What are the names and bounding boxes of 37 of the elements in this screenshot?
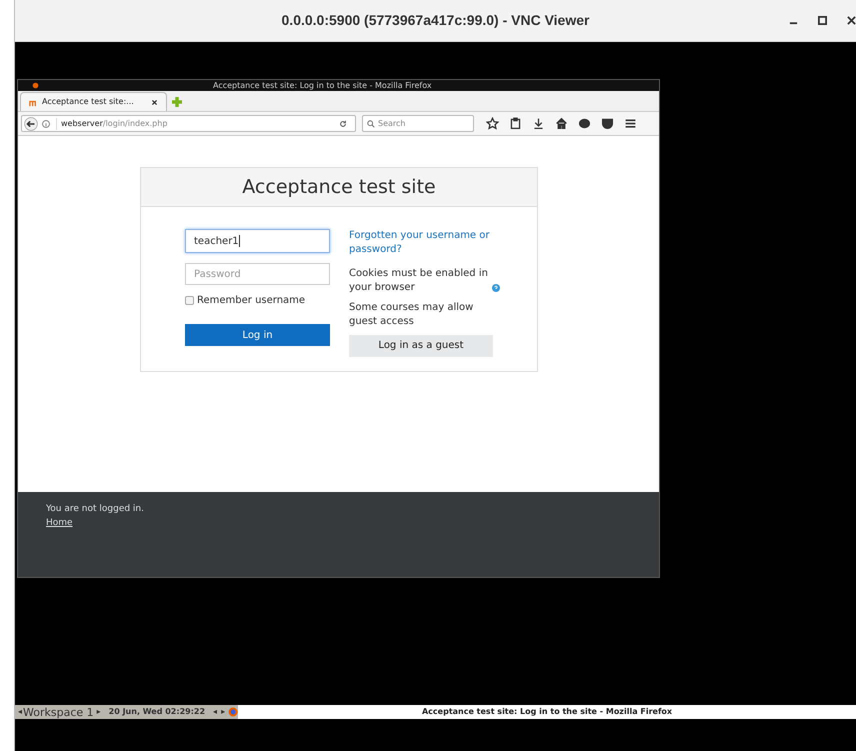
prev-arrow[interactable]: ◂: [18, 706, 22, 718]
login-button[interactable]: Log in: [185, 324, 330, 346]
search-icon: [367, 120, 375, 128]
reload-icon[interactable]: [339, 120, 347, 128]
browser-tab[interactable]: Acceptance test site:...: [20, 92, 167, 111]
clipboard-icon[interactable]: [509, 117, 522, 130]
left-arrow[interactable]: ◂: [213, 706, 218, 718]
help-icon[interactable]: [492, 284, 500, 292]
guest-note: Some courses may allow guest access: [349, 301, 474, 329]
close-icon[interactable]: [847, 16, 856, 25]
right-arrow[interactable]: ▸: [221, 706, 226, 718]
search-field[interactable]: Search: [362, 115, 474, 132]
home-link[interactable]: Home: [46, 516, 73, 530]
site-heading: Acceptance test site: [242, 174, 436, 200]
guest-button[interactable]: Log in as a guest: [349, 335, 493, 357]
remember-label: Remember username: [197, 294, 306, 308]
login-status: You are not logged in.: [46, 503, 144, 516]
menu-icon[interactable]: [624, 117, 637, 130]
workspace-label[interactable]: Workspace 1: [23, 706, 94, 718]
cookies-note: Cookies must be enabled in your browser: [349, 267, 489, 295]
taskbar-window-item[interactable]: Acceptance test site: Log in to the site - Mozilla Firefox: [238, 705, 856, 719]
download-icon[interactable]: [532, 117, 545, 130]
info-icon[interactable]: [42, 120, 50, 128]
next-arrow[interactable]: ▸: [96, 706, 101, 718]
forgot-link[interactable]: Forgotten your username or password?: [349, 229, 501, 257]
back-icon[interactable]: [24, 116, 38, 130]
password-field[interactable]: Password: [185, 263, 330, 285]
star-icon[interactable]: [486, 117, 499, 130]
window-title: 0.0.0.0:5900 (5773967a417c:99.0) - VNC Viewer: [282, 11, 590, 30]
clock: 20 Jun, Wed 02:29:22: [108, 706, 206, 718]
close-icon[interactable]: [151, 98, 158, 106]
home-icon[interactable]: [555, 117, 568, 130]
browser-title: Acceptance test site: Log in to the site - Mozilla Firefox: [213, 80, 432, 90]
maximize-icon[interactable]: [818, 16, 827, 25]
checkbox[interactable]: [185, 296, 194, 305]
username-field[interactable]: teacher1: [185, 229, 330, 253]
tab-label: Acceptance test site:...: [42, 96, 134, 108]
